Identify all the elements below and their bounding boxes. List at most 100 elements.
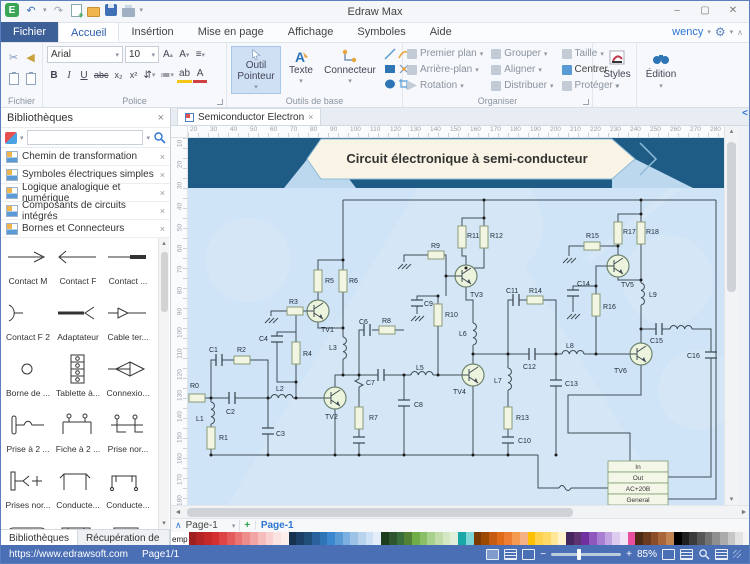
vscrollbar-thumb[interactable] bbox=[727, 142, 736, 292]
strikethrough-button[interactable]: abc bbox=[92, 67, 111, 83]
font-color-button[interactable]: A bbox=[193, 67, 208, 83]
account-name[interactable]: wency bbox=[672, 26, 703, 38]
library-item-close-icon[interactable]: × bbox=[160, 224, 165, 234]
zoom-in-button[interactable]: + bbox=[626, 549, 632, 560]
palette-symbol[interactable]: Fiche à 2 ... bbox=[53, 410, 103, 466]
zoom-level[interactable]: 85% bbox=[637, 549, 657, 560]
page-tab[interactable]: Page-1 bbox=[261, 520, 294, 531]
pointer-tool-button[interactable]: Outil Pointeur ▾ bbox=[231, 46, 281, 94]
new-document-icon[interactable] bbox=[70, 3, 84, 20]
line-tool-icon[interactable] bbox=[384, 47, 396, 60]
collapse-ribbon-icon[interactable]: ∧ bbox=[737, 28, 743, 37]
ellipse-tool-icon[interactable] bbox=[384, 78, 396, 90]
close-button[interactable]: ✕ bbox=[719, 1, 747, 21]
paste-icon[interactable] bbox=[8, 72, 19, 85]
fit-page-icon[interactable] bbox=[662, 548, 675, 560]
document-tab[interactable]: Semiconductor Electron × bbox=[177, 108, 322, 125]
library-search-input[interactable] bbox=[26, 130, 144, 145]
superscript-button[interactable]: x² bbox=[127, 67, 141, 83]
search-history-caret-icon[interactable]: ▾ bbox=[146, 134, 150, 142]
format-painter-icon[interactable]: ◀ bbox=[26, 51, 34, 64]
gear-caret-icon[interactable]: ▾ bbox=[730, 28, 734, 36]
grouper-button[interactable]: Grouper ▾ bbox=[491, 46, 553, 61]
palette-symbol[interactable] bbox=[103, 522, 153, 529]
connector-tool-button[interactable]: Connecteur ▾ bbox=[321, 46, 379, 94]
underline-button[interactable]: U bbox=[77, 67, 91, 83]
edraw-logo-icon[interactable]: E bbox=[5, 3, 19, 17]
zoom-slider-knob[interactable] bbox=[577, 548, 582, 560]
zoom-slider[interactable] bbox=[551, 548, 622, 560]
drawing-canvas[interactable]: Circuit électronique à semi-conducteur R… bbox=[188, 138, 724, 505]
account-caret-icon[interactable]: ▾ bbox=[707, 28, 711, 36]
hscroll-right-icon[interactable]: ► bbox=[737, 509, 749, 516]
vscroll-down-icon[interactable]: ▾ bbox=[725, 495, 738, 503]
font-name-select[interactable]: Arial ▾ bbox=[47, 46, 123, 63]
highlight-button[interactable]: ab bbox=[176, 67, 193, 83]
tab-affichage[interactable]: Affichage bbox=[276, 22, 346, 42]
library-item-close-icon[interactable]: × bbox=[160, 206, 165, 216]
maximize-button[interactable]: ▢ bbox=[691, 1, 719, 21]
qat-more-icon[interactable]: ▾ bbox=[140, 6, 144, 14]
premier-plan-button[interactable]: Premier plan ▾ bbox=[407, 46, 483, 61]
text-tool-button[interactable]: A Texte ▾ bbox=[283, 46, 319, 94]
zoom-out-button[interactable]: − bbox=[540, 549, 546, 560]
paste-special-icon[interactable] bbox=[25, 72, 36, 85]
styles-button[interactable]: Styles ▾ bbox=[597, 46, 637, 94]
tab-accueil[interactable]: Accueil bbox=[58, 22, 120, 42]
tab-aide[interactable]: Aide bbox=[418, 22, 464, 42]
library-item[interactable]: Composants de circuits intégrés × bbox=[1, 200, 170, 222]
view-presentation-icon[interactable] bbox=[522, 548, 536, 560]
vscroll-up-icon[interactable]: ▴ bbox=[724, 126, 738, 138]
align-button[interactable]: ≡ ▾ bbox=[193, 47, 207, 63]
horizontal-scrollbar[interactable]: ◄ ► bbox=[171, 505, 749, 518]
distribuer-button[interactable]: Distribuer ▾ bbox=[491, 78, 554, 93]
palette-symbol[interactable]: Prises nor... bbox=[3, 466, 53, 522]
palette-scrollbar[interactable]: ▴ ▾ bbox=[158, 238, 169, 529]
tab-fichier[interactable]: Fichier bbox=[1, 22, 59, 42]
undo-caret-icon[interactable]: ▾ bbox=[43, 6, 47, 14]
tab-mise-en-page[interactable]: Mise en page bbox=[186, 22, 276, 42]
redo-icon[interactable]: ↷ bbox=[52, 3, 66, 17]
library-item-close-icon[interactable]: × bbox=[160, 188, 165, 198]
open-file-icon[interactable] bbox=[86, 6, 100, 17]
document-tab-close-icon[interactable]: × bbox=[308, 112, 313, 122]
grow-font-button[interactable]: A ▴ bbox=[161, 47, 175, 63]
palette-symbol[interactable]: Contact ... bbox=[103, 242, 153, 298]
palette-symbol[interactable]: Adaptateur bbox=[53, 298, 103, 354]
palette-symbol[interactable]: Contact F 2 bbox=[3, 298, 53, 354]
edition-button[interactable]: Édition ▾ bbox=[641, 46, 681, 94]
hscrollbar-thumb[interactable] bbox=[187, 507, 574, 517]
search-icon[interactable] bbox=[153, 131, 166, 144]
palette-symbol[interactable]: Borne de ... bbox=[3, 354, 53, 410]
add-page-button[interactable]: + bbox=[244, 520, 250, 531]
page-selector[interactable]: Page-1 ▾ bbox=[186, 520, 241, 531]
palette-symbol[interactable]: Cable ter... bbox=[103, 298, 153, 354]
tab-insertion[interactable]: Insértion bbox=[119, 22, 185, 42]
font-size-select[interactable]: 10 ▾ bbox=[125, 46, 159, 63]
pagebar-collapse-icon[interactable]: ∧ bbox=[175, 520, 182, 531]
library-item-close-icon[interactable]: × bbox=[160, 152, 165, 162]
tab-symboles[interactable]: Symboles bbox=[345, 22, 417, 42]
rectangle-tool-icon[interactable] bbox=[384, 63, 396, 75]
hscroll-left-icon[interactable]: ◄ bbox=[171, 509, 185, 516]
cut-icon[interactable]: ✂ bbox=[9, 51, 18, 64]
shrink-font-button[interactable]: A ▾ bbox=[177, 47, 191, 63]
library-item[interactable]: Chemin de transformation × bbox=[1, 148, 170, 166]
bold-button[interactable]: B bbox=[47, 67, 61, 83]
palette-symbol[interactable]: Conducte... bbox=[53, 466, 103, 522]
palette-symbol[interactable]: Tablette à... bbox=[53, 354, 103, 410]
palette-symbol[interactable] bbox=[53, 522, 103, 529]
view-outline-icon[interactable] bbox=[504, 548, 518, 560]
resize-grip[interactable] bbox=[733, 550, 741, 558]
bullet-list-button[interactable]: ≔ ▾ bbox=[158, 67, 176, 83]
library-menu-icon[interactable] bbox=[5, 131, 17, 144]
grid-icon[interactable] bbox=[715, 548, 728, 560]
vertical-scrollbar[interactable]: ▾ bbox=[724, 138, 738, 505]
print-icon[interactable] bbox=[121, 4, 135, 17]
minimize-button[interactable]: – bbox=[663, 1, 691, 21]
panel-collapse-chevron-icon[interactable]: < bbox=[742, 108, 748, 125]
palette-symbol[interactable]: Contact M bbox=[3, 242, 53, 298]
palette-scrollbar-thumb[interactable] bbox=[161, 252, 168, 312]
library-item-close-icon[interactable]: × bbox=[160, 170, 165, 180]
line-spacing-button[interactable]: ⇵ ▾ bbox=[142, 67, 158, 83]
